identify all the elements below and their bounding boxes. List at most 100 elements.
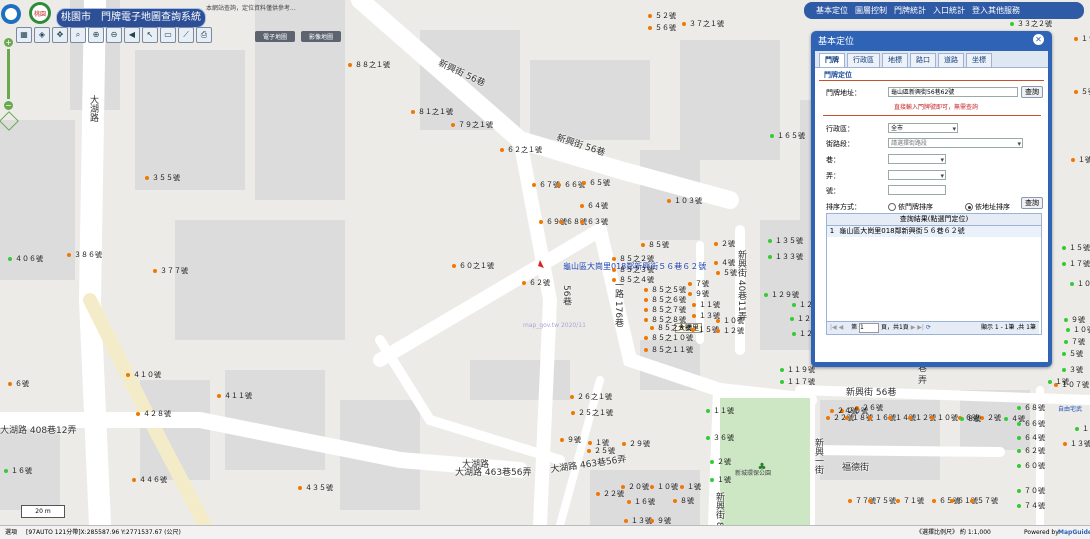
address-point[interactable]: １７號 [1062, 260, 1090, 268]
address-point[interactable]: ８５之５號 [644, 286, 686, 294]
address-point[interactable]: ２號 [714, 240, 735, 248]
address-point[interactable]: １０３號 [667, 197, 702, 205]
address-point[interactable]: １９號 [1074, 35, 1090, 43]
address-point[interactable]: ２６之１號 [570, 393, 612, 401]
print-icon[interactable]: ⎙ [196, 27, 212, 43]
address-point[interactable]: ３８６號 [67, 251, 102, 259]
address-point[interactable]: ２０號 [621, 483, 649, 491]
address-point[interactable]: ２號 [980, 414, 1001, 422]
address-point[interactable]: １１７號 [780, 378, 815, 386]
address-point[interactable]: ８號 [960, 415, 981, 423]
address-point[interactable]: ４０６號 [8, 255, 43, 263]
menu-login[interactable]: 登入其他服務 [972, 5, 1020, 16]
zoom-plus-icon[interactable]: + [4, 38, 13, 47]
address-point[interactable]: １２號 [716, 327, 744, 335]
measure-icon[interactable]: ▭ [160, 27, 176, 43]
address-point[interactable]: ７１號 [896, 497, 924, 505]
address-point[interactable]: ８５之４號 [612, 276, 654, 284]
address-point[interactable]: ２２號 [596, 490, 624, 498]
address-point[interactable]: ６４號 [580, 202, 608, 210]
alley-select[interactable] [888, 170, 946, 181]
refresh-icon[interactable]: ⟳ [926, 324, 931, 331]
first-page-icon[interactable]: |◀ [830, 324, 837, 331]
address-point[interactable]: １０號 [1066, 326, 1090, 334]
address-point[interactable]: ６８號 [1017, 404, 1045, 412]
address-point[interactable]: ６３號 [580, 218, 608, 226]
address-point[interactable]: ７號 [1064, 338, 1085, 346]
menu-address-stats[interactable]: 門牌統計 [894, 5, 926, 16]
address-point[interactable]: １２９號 [764, 291, 799, 299]
sort-by-number[interactable]: 依門牌排序 [888, 202, 933, 212]
address-point[interactable]: ４１０號 [126, 371, 161, 379]
address-point[interactable]: ６２之１號 [500, 146, 542, 154]
address-point[interactable]: ５號 [1074, 88, 1090, 96]
address-point[interactable]: ４２８號 [136, 410, 171, 418]
table-row[interactable]: 1 龜山區大崗里018鄰新興街５６巷６２號 [827, 226, 1041, 237]
address-point[interactable]: １號 [1071, 156, 1090, 164]
address-point[interactable]: ６０號 [1017, 462, 1045, 470]
address-point[interactable]: １９號 [1075, 425, 1090, 433]
address-point[interactable]: ７號 [688, 280, 709, 288]
address-point[interactable]: ８５之１１號 [644, 346, 693, 354]
address-point[interactable]: １號 [680, 483, 701, 491]
address-point[interactable]: １５號 [1062, 244, 1090, 252]
address-point[interactable]: ３號 [1062, 366, 1083, 374]
zoom-minus-icon[interactable]: − [4, 101, 13, 110]
address-point[interactable]: １號 [710, 476, 731, 484]
address-point[interactable]: ４號 [1004, 415, 1025, 423]
address-point[interactable]: ８號 [673, 497, 694, 505]
address-input[interactable]: 龜山區新興街56巷62號 [888, 87, 1018, 97]
tab-address[interactable]: 門牌 [819, 53, 845, 67]
tab-district[interactable]: 行政區 [847, 53, 880, 67]
address-point[interactable]: １６號 [4, 467, 32, 475]
prev-page-icon[interactable]: ◀ [839, 324, 844, 331]
address-point[interactable]: ８５之９號 [650, 324, 692, 332]
address-point[interactable]: ４４６號 [132, 476, 167, 484]
next-page-icon[interactable]: ▶ [911, 324, 916, 331]
address-point[interactable]: ８１之１號 [411, 108, 453, 116]
address-point[interactable]: ６０之１號 [452, 262, 494, 270]
address-point[interactable]: ５７號 [970, 497, 998, 505]
address-point[interactable]: ６２號 [1017, 447, 1045, 455]
address-point[interactable]: ８５之２號 [612, 255, 654, 263]
address-point[interactable]: ６７號 [532, 181, 560, 189]
address-point[interactable]: ８５之１０號 [644, 334, 693, 342]
address-point[interactable]: ３７之１號 [682, 20, 724, 28]
address-point[interactable]: ８５號 [641, 241, 669, 249]
address-point[interactable]: ２號 [710, 458, 731, 466]
radio-icon[interactable] [888, 203, 896, 211]
address-point[interactable]: １０號 [716, 317, 744, 325]
address-point[interactable]: １５號 [691, 326, 719, 334]
address-point[interactable]: ９號 [650, 517, 671, 525]
address-point[interactable]: ９號 [560, 436, 581, 444]
zoom-slider[interactable]: + − [0, 38, 19, 138]
last-page-icon[interactable]: ▶| [917, 324, 924, 331]
zoom-out-icon[interactable]: ⊖ [106, 27, 122, 43]
address-point[interactable]: １０號 [930, 414, 958, 422]
address-point[interactable]: １０號 [650, 483, 678, 491]
address-point[interactable]: ２５之１號 [571, 409, 613, 417]
address-point[interactable]: ３７７號 [153, 267, 188, 275]
address-point[interactable]: ７９之１號 [451, 121, 493, 129]
address-point[interactable]: １１號 [692, 301, 720, 309]
layer-icon[interactable]: ◈ [34, 27, 50, 43]
menu-layer-control[interactable]: 圖層控制 [855, 5, 887, 16]
address-point[interactable]: ４號 [714, 259, 735, 267]
address-point[interactable]: ３５５號 [145, 174, 180, 182]
address-point[interactable]: ８５之６號 [644, 296, 686, 304]
address-point[interactable]: ５號 [1062, 350, 1083, 358]
address-point[interactable]: ８５之３號 [612, 266, 654, 274]
address-point[interactable]: １１９號 [780, 366, 815, 374]
tab-electronic-map[interactable]: 電子地圖 [255, 31, 296, 42]
previous-view-icon[interactable]: ◀ [124, 27, 140, 43]
query-button[interactable]: 查詢 [1021, 86, 1043, 98]
page-input[interactable]: 1 [859, 323, 880, 333]
tab-coordinate[interactable]: 坐標 [966, 53, 992, 67]
pan-icon[interactable]: ✥ [52, 27, 68, 43]
address-point[interactable]: １號 [1048, 378, 1069, 386]
address-point[interactable]: １３號 [624, 517, 652, 525]
query-button-2[interactable]: 查詢 [1021, 197, 1043, 209]
number-input[interactable] [888, 185, 946, 195]
sort-by-address[interactable]: 依地址排序 [965, 202, 1010, 212]
address-point[interactable]: ２９號 [622, 440, 650, 448]
